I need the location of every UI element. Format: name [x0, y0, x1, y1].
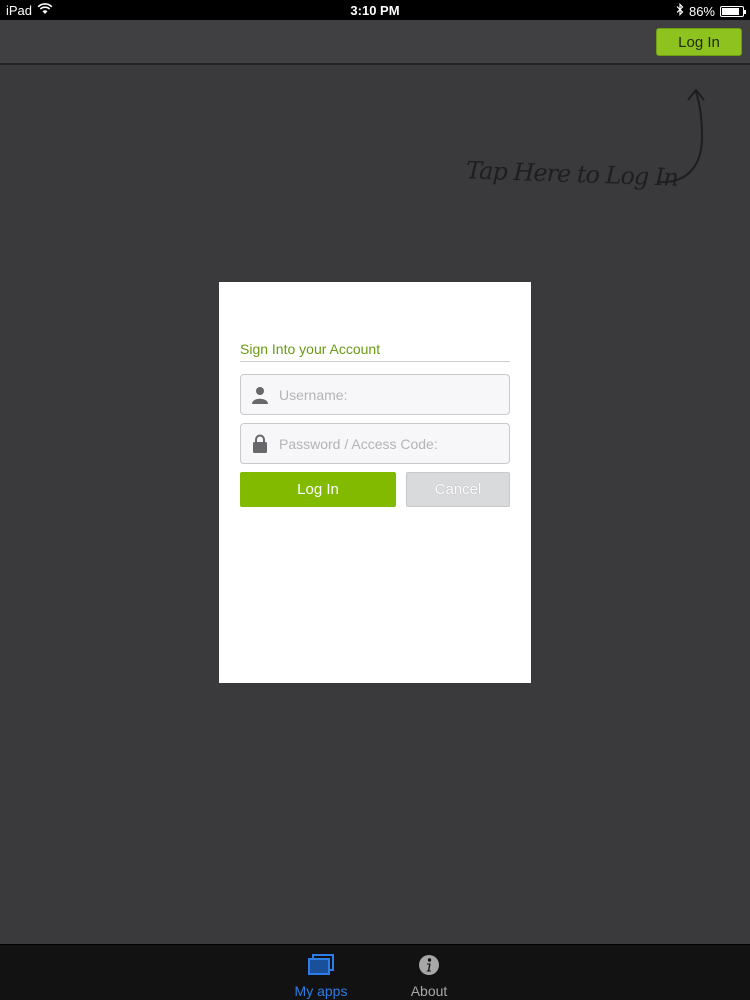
login-hint-text: Tap Here to Log In — [465, 156, 679, 192]
battery-icon — [720, 5, 746, 17]
status-time: 3:10 PM — [350, 3, 400, 18]
cancel-button[interactable]: Cancel — [406, 472, 510, 507]
status-bar: iPad 3:10 PM 86% — [0, 0, 750, 20]
battery-fill — [722, 7, 740, 15]
sign-in-dialog: Sign Into your Account Log In Cancel — [219, 282, 531, 683]
tab-my-apps-label: My apps — [294, 983, 348, 999]
title-divider — [240, 361, 510, 362]
password-field[interactable] — [240, 423, 510, 464]
tab-my-apps[interactable]: My apps — [281, 951, 361, 999]
username-input[interactable] — [279, 386, 499, 403]
bluetooth-icon — [676, 3, 684, 19]
username-field[interactable] — [240, 374, 510, 415]
stacked-screens-icon — [307, 951, 335, 979]
password-input[interactable] — [279, 435, 499, 452]
login-button[interactable]: Log In — [240, 472, 396, 507]
user-icon — [241, 386, 279, 404]
dialog-title: Sign Into your Account — [240, 341, 381, 357]
lock-icon — [241, 434, 279, 453]
top-login-button[interactable]: Log In — [656, 28, 742, 56]
tab-about[interactable]: About — [389, 951, 469, 999]
status-right-group: 86% — [676, 3, 746, 19]
info-icon — [418, 951, 440, 979]
tab-bar: My apps About — [0, 944, 750, 1000]
battery-percent: 86% — [688, 3, 715, 19]
tab-about-label: About — [410, 983, 448, 999]
navigation-bar: Log In — [0, 20, 750, 65]
